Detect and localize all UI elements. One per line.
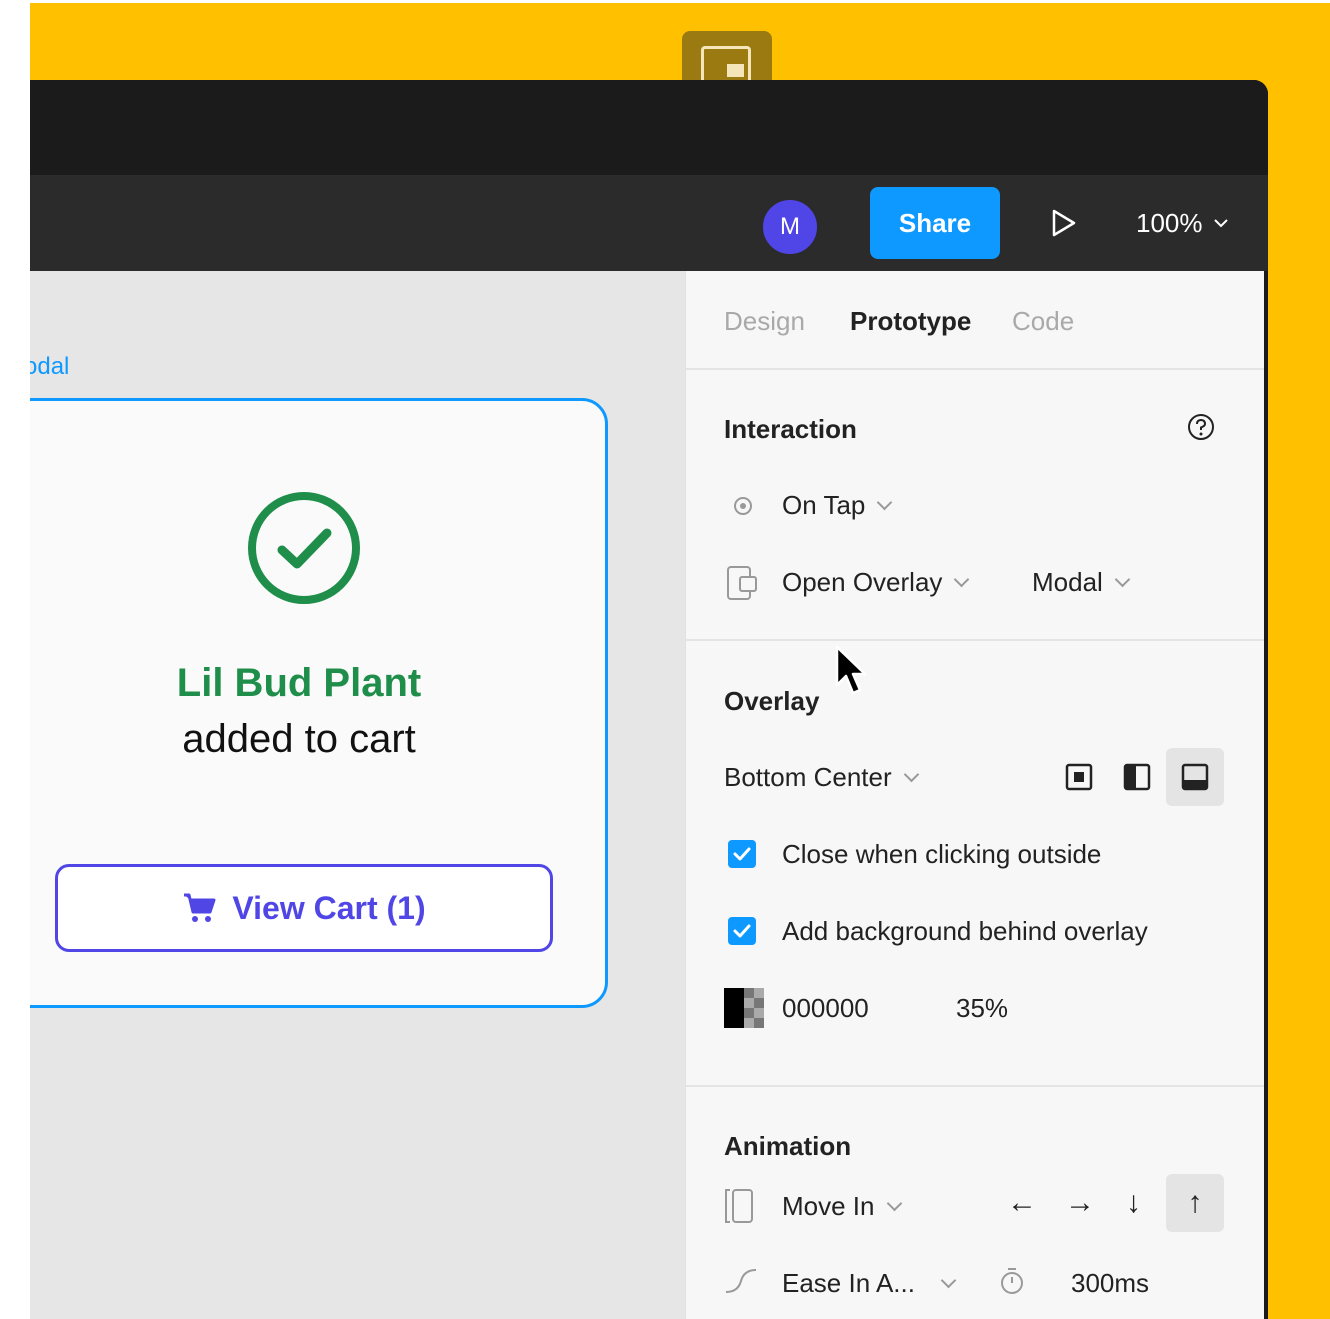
chevron-down-icon [954, 571, 970, 588]
chevron-down-icon [886, 1195, 902, 1212]
tab-design[interactable]: Design [724, 306, 805, 337]
direction-up-button[interactable]: ↑ [1166, 1174, 1224, 1232]
direction-right-arrow-icon[interactable]: → [1065, 1186, 1095, 1220]
move-in-icon [725, 1189, 753, 1223]
chevron-down-icon [940, 1272, 957, 1289]
direction-down-arrow-icon[interactable]: ↓ [1126, 1186, 1141, 1220]
action-value: Open Overlay [782, 567, 943, 597]
position-bottom-icon [1181, 763, 1209, 791]
cart-icon [184, 893, 216, 922]
timer-icon [1001, 1268, 1023, 1294]
mouse-cursor-icon [835, 645, 867, 695]
chevron-down-icon [1114, 571, 1131, 588]
destination-dropdown[interactable]: Modal [1032, 567, 1131, 598]
direction-up-arrow-icon: ↑ [1187, 1186, 1203, 1219]
overlay-title: Overlay [724, 686, 820, 716]
share-button[interactable]: Share [870, 187, 1000, 259]
interaction-title: Interaction [724, 414, 857, 444]
position-bottom-button[interactable] [1166, 748, 1224, 806]
figma-window: M Share 100% odal Lil Bud Plant added to… [30, 80, 1268, 1319]
background-color-value[interactable]: 000000 [782, 993, 869, 1024]
background-label[interactable]: Add background behind overlay [782, 916, 1148, 947]
chevron-down-icon [903, 766, 919, 783]
tab-code[interactable]: Code [1012, 306, 1074, 337]
chevron-down-icon [877, 494, 893, 511]
section-divider [686, 1085, 1264, 1087]
zoom-dropdown[interactable]: 100% [1136, 203, 1229, 243]
zoom-value: 100% [1136, 207, 1203, 238]
overlay-position-value: Bottom Center [724, 762, 892, 792]
modal-frame[interactable]: Lil Bud Plant added to cart View Cart (1… [30, 398, 608, 1008]
open-overlay-icon [727, 566, 757, 600]
tab-prototype[interactable]: Prototype [850, 306, 971, 337]
section-divider [686, 639, 1264, 641]
close-outside-checkbox[interactable] [728, 840, 756, 868]
close-outside-label[interactable]: Close when clicking outside [782, 839, 1101, 870]
chevron-down-icon [1213, 219, 1228, 228]
view-cart-label: View Cart (1) [232, 889, 426, 926]
design-canvas[interactable]: odal Lil Bud Plant added to cart View Ca… [30, 271, 685, 1319]
product-name: Lil Bud Plant [176, 661, 422, 705]
background-checkbox[interactable] [728, 917, 756, 945]
frame-label[interactable]: odal [30, 353, 69, 381]
view-cart-button[interactable]: View Cart (1) [55, 864, 553, 952]
checkmark-icon [733, 924, 751, 938]
overlay-position-dropdown[interactable]: Bottom Center [724, 762, 919, 793]
trigger-value: On Tap [782, 490, 866, 520]
check-circle-icon [248, 492, 360, 604]
animation-type-value: Move In [782, 1191, 875, 1221]
animation-title: Animation [724, 1131, 852, 1161]
color-swatch[interactable] [724, 988, 764, 1028]
added-to-cart-text: added to cart [182, 717, 416, 761]
trigger-icon [734, 497, 752, 515]
position-side-icon [1123, 763, 1151, 791]
properties-panel: Design Prototype Code Interaction On Tap… [685, 271, 1264, 1319]
toolbar: M Share 100% [30, 175, 1268, 271]
user-avatar[interactable]: M [761, 198, 819, 256]
duration-value[interactable]: 300ms [1071, 1268, 1149, 1299]
position-center-icon [1065, 763, 1093, 791]
help-icon[interactable] [1186, 412, 1216, 442]
direction-left-arrow-icon[interactable]: ← [1007, 1186, 1037, 1220]
easing-curve-icon [725, 1269, 757, 1293]
panel-tabs: Design Prototype Code [686, 271, 1264, 370]
present-play-icon[interactable] [1048, 208, 1078, 238]
easing-value: Ease In A... [782, 1268, 915, 1298]
background-opacity-value[interactable]: 35% [956, 993, 1008, 1024]
checkmark-icon [733, 847, 751, 861]
destination-value: Modal [1032, 567, 1103, 597]
action-dropdown[interactable]: Open Overlay [782, 567, 970, 598]
animation-type-dropdown[interactable]: Move In [782, 1191, 902, 1222]
trigger-dropdown[interactable]: On Tap [782, 490, 893, 521]
title-bar [30, 80, 1268, 175]
position-side-button[interactable] [1108, 748, 1166, 806]
easing-dropdown[interactable]: Ease In A... [782, 1268, 957, 1299]
position-center-button[interactable] [1050, 748, 1108, 806]
